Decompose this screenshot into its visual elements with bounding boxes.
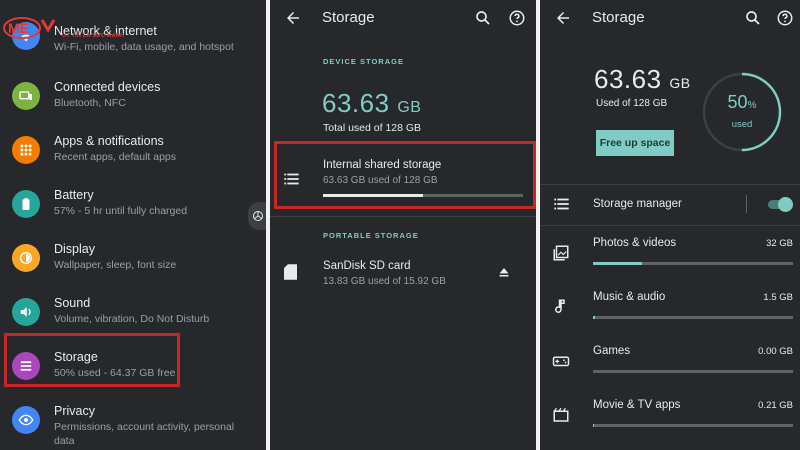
used-storage-number: 63.63 [322, 88, 390, 118]
sdcard-title: SanDisk SD card [323, 260, 411, 272]
settings-item-title: Sound [54, 296, 91, 310]
used-storage-number: 63.63 [594, 64, 662, 94]
settings-item-title: Display [54, 242, 95, 256]
page-title: Storage [592, 9, 645, 26]
back-arrow-icon[interactable] [554, 9, 572, 27]
category-bar-fill [593, 262, 642, 265]
internal-storage-highlight-box [274, 141, 536, 209]
divider [540, 225, 800, 226]
category-size: 0.00 GB [758, 346, 793, 357]
search-icon[interactable] [474, 9, 492, 27]
settings-item-subtitle-cont: data [54, 435, 75, 447]
storage-manager-label: Storage manager [593, 198, 682, 210]
storage-overview-panel: Storage DEVICE STORAGE 63.63 GB Total us… [270, 0, 536, 450]
brand-logo: ME [3, 17, 56, 39]
used-storage-value: 63.63 GB [594, 64, 691, 95]
usage-percent-label: used [731, 119, 753, 130]
free-up-space-button[interactable]: Free up space [596, 130, 674, 156]
category-bar [593, 370, 793, 373]
settings-panel: Network & internet Wi-Fi, mobile, data u… [0, 0, 266, 450]
total-used-text: Total used of 128 GB [323, 122, 422, 134]
category-movies-row[interactable]: Movie & TV apps 0.21 GB [540, 390, 800, 442]
app-bar: Storage [270, 0, 536, 36]
settings-item-title: Connected devices [54, 80, 161, 94]
settings-item-subtitle: Recent apps, default apps [54, 151, 177, 163]
settings-item-title: Privacy [54, 404, 95, 418]
movie-icon [553, 407, 569, 422]
search-icon[interactable] [744, 9, 762, 27]
category-bar-fill [593, 424, 594, 427]
gamepad-icon [552, 356, 570, 367]
used-storage-value: 63.63 GB [322, 88, 421, 119]
category-photos-row[interactable]: Photos & videos 32 GB [540, 228, 800, 280]
music-note-icon [555, 299, 565, 313]
category-bar [593, 262, 793, 265]
portable-storage-label: PORTABLE STORAGE [323, 231, 419, 240]
toggle-knob [778, 197, 793, 212]
storage-highlight-box [4, 333, 180, 387]
apps-icon [12, 136, 40, 164]
category-music-row[interactable]: Music & audio 1.5 GB [540, 282, 800, 334]
settings-item-battery[interactable]: Battery 57% - 5 hr until fully charged [0, 182, 266, 232]
help-icon[interactable] [776, 9, 794, 27]
storage-manager-toggle[interactable] [768, 197, 793, 212]
logo-text: ME [8, 20, 29, 36]
help-icon[interactable] [508, 9, 526, 27]
settings-item-subtitle: 57% - 5 hr until fully charged [54, 205, 188, 217]
settings-item-privacy[interactable]: Privacy Permissions, account activity, p… [0, 398, 266, 450]
storage-list-icon [554, 198, 569, 210]
screenshot-handle[interactable] [248, 202, 266, 230]
battery-icon [12, 190, 40, 218]
back-arrow-icon[interactable] [284, 9, 302, 27]
storage-manager-row[interactable]: Storage manager [540, 186, 800, 224]
settings-item-apps[interactable]: Apps & notifications Recent apps, defaul… [0, 128, 266, 178]
settings-item-subtitle: Bluetooth, NFC [54, 97, 126, 109]
used-storage-unit: GB [397, 99, 422, 116]
category-bar [593, 424, 793, 427]
device-storage-label: DEVICE STORAGE [323, 57, 404, 66]
photos-icon [553, 245, 569, 261]
settings-item-title: Battery [54, 188, 94, 202]
toggle-divider [746, 195, 747, 213]
divider [540, 184, 800, 185]
category-title: Movie & TV apps [593, 399, 681, 411]
category-bar-fill [593, 316, 596, 319]
storage-detail-panel: Storage 63.63 GB Used of 128 GB Free up … [540, 0, 800, 450]
logo-tagline: UY TÍN LÀ SỨC MẠNH [62, 33, 125, 39]
used-of-text: Used of 128 GB [596, 98, 668, 109]
brightness-icon [12, 244, 40, 272]
devices-icon [12, 82, 40, 110]
sdcard-row[interactable]: SanDisk SD card 13.83 GB used of 15.92 G… [270, 252, 536, 296]
settings-item-subtitle: Wallpaper, sleep, font size [54, 259, 177, 271]
sd-card-icon [284, 264, 297, 280]
privacy-eye-icon [12, 406, 40, 434]
eject-icon[interactable] [498, 266, 510, 278]
settings-item-subtitle: Volume, vibration, Do Not Disturb [54, 313, 210, 325]
category-games-row[interactable]: Games 0.00 GB [540, 336, 800, 388]
divider [270, 216, 536, 217]
used-storage-unit: GB [669, 75, 691, 91]
category-title: Photos & videos [593, 237, 677, 249]
aperture-icon [253, 211, 263, 221]
settings-item-connected-devices[interactable]: Connected devices Bluetooth, NFC [0, 74, 266, 124]
category-size: 0.21 GB [758, 400, 793, 411]
category-size: 32 GB [766, 238, 793, 249]
usage-percent-sign: % [747, 100, 757, 111]
usage-percent-value: 50 [727, 92, 748, 112]
settings-item-display[interactable]: Display Wallpaper, sleep, font size [0, 236, 266, 286]
settings-item-subtitle: Wi-Fi, mobile, data usage, and hotspot [54, 41, 234, 53]
usage-percent: 50% [700, 92, 784, 113]
settings-item-title: Apps & notifications [54, 134, 164, 148]
category-title: Games [593, 345, 631, 357]
category-title: Music & audio [593, 291, 666, 303]
category-size: 1.5 GB [763, 292, 793, 303]
category-bar [593, 316, 793, 319]
app-bar: Storage [540, 0, 800, 36]
sdcard-subtitle: 13.83 GB used of 15.92 GB [323, 276, 446, 287]
settings-item-subtitle: Permissions, account activity, personal [54, 421, 235, 433]
volume-icon [12, 298, 40, 326]
page-title: Storage [322, 9, 375, 26]
